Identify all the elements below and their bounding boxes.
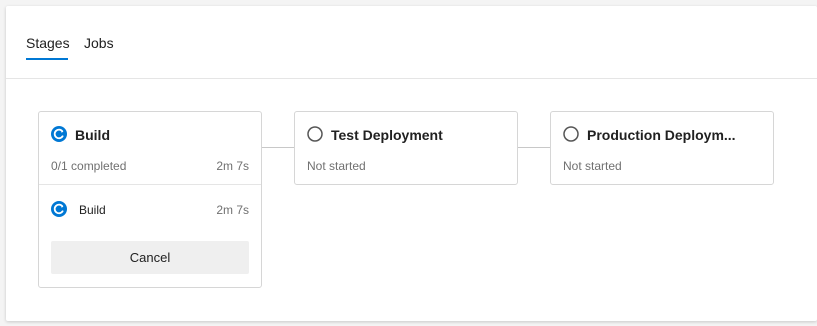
pipeline-run-panel: Stages Jobs Build 0/1 completed 2m 7s Bu… <box>6 6 817 321</box>
stage-card-build[interactable]: Build 0/1 completed 2m 7s Build 2m 7s Ca… <box>38 111 262 288</box>
job-name[interactable]: Build <box>79 203 106 217</box>
stage-card-test-deployment[interactable]: Test Deployment Not started <box>294 111 518 185</box>
stage-progress-text: 0/1 completed <box>51 159 127 173</box>
stage-title: Build <box>75 127 110 143</box>
pending-circle-icon <box>563 126 579 142</box>
stage-duration: 2m 7s <box>216 159 249 173</box>
tab-bar: Stages Jobs <box>6 6 817 79</box>
stage-status-text: Not started <box>307 159 366 173</box>
stage-card-production-deployment[interactable]: Production Deploym... Not started <box>550 111 774 185</box>
cancel-button[interactable]: Cancel <box>51 241 249 274</box>
pending-circle-icon <box>307 126 323 142</box>
stage-connector <box>262 147 294 148</box>
stage-title: Test Deployment <box>331 127 443 143</box>
running-icon <box>51 126 67 142</box>
divider <box>39 184 261 185</box>
tab-jobs[interactable]: Jobs <box>84 36 114 60</box>
stage-connector <box>518 147 550 148</box>
running-icon <box>51 201 67 217</box>
job-duration: 2m 7s <box>216 203 249 217</box>
stage-status-text: Not started <box>563 159 622 173</box>
tab-stages[interactable]: Stages <box>26 36 70 60</box>
stage-title: Production Deploym... <box>587 127 736 143</box>
